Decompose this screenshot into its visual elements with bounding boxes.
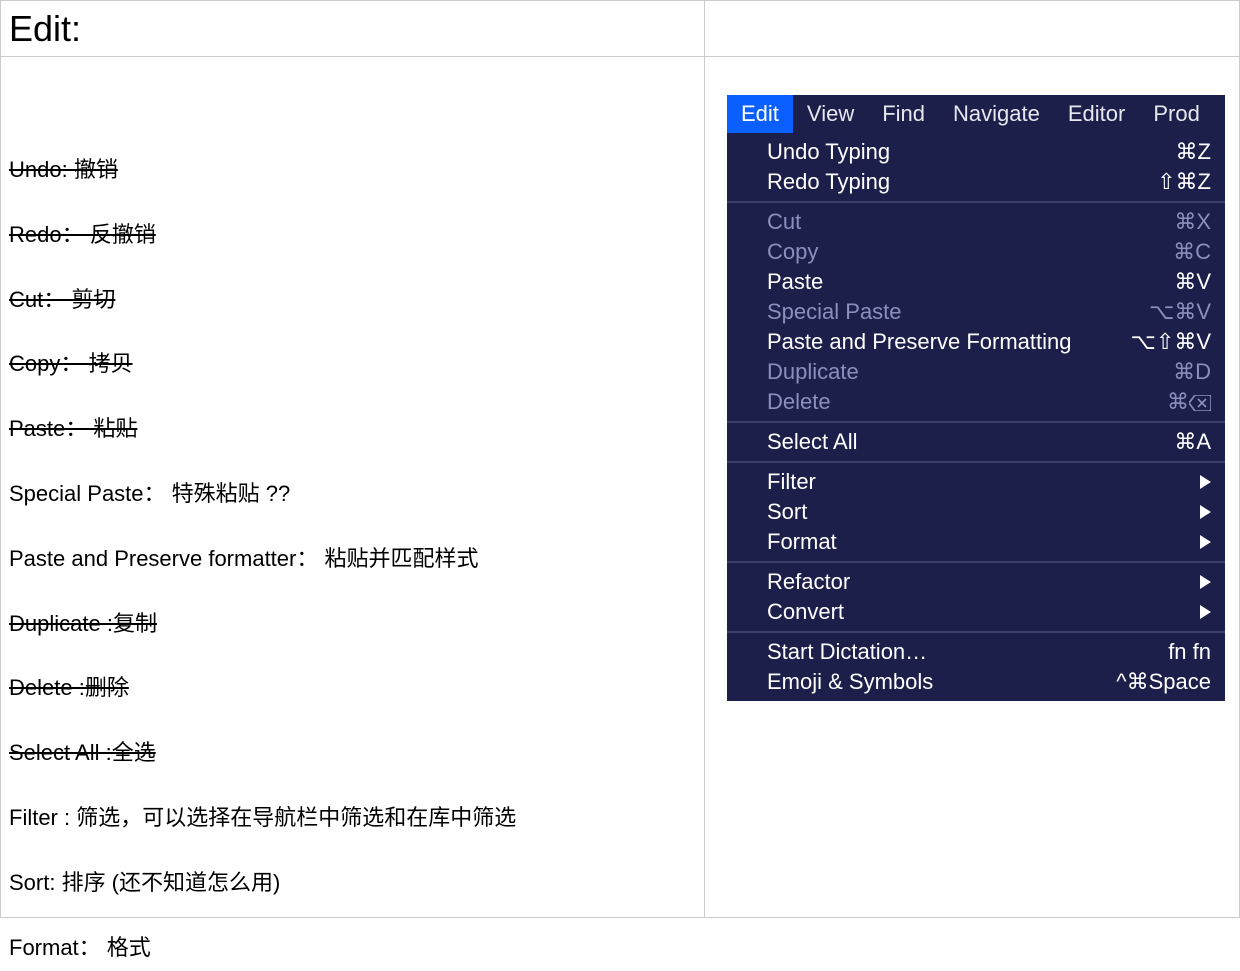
menubar-item-navigate[interactable]: Navigate <box>939 95 1054 133</box>
menu-group: Undo Typing⌘ZRedo Typing⇧⌘Z <box>727 133 1225 201</box>
menu-item-shortcut: ⇧⌘Z <box>1157 169 1211 195</box>
menubar: EditViewFindNavigateEditorProd <box>727 95 1225 133</box>
menu-item-label: Emoji & Symbols <box>767 669 1116 695</box>
menu-item-label: Paste and Preserve Formatting <box>767 329 1131 355</box>
menu-item-duplicate: Duplicate⌘D <box>727 357 1225 387</box>
edit-menu-panel: Undo Typing⌘ZRedo Typing⇧⌘ZCut⌘XCopy⌘CPa… <box>727 133 1225 701</box>
menubar-item-prod[interactable]: Prod <box>1139 95 1213 133</box>
note-line: Copy： 拷贝 <box>9 349 696 380</box>
menu-item-undo-typing[interactable]: Undo Typing⌘Z <box>727 137 1225 167</box>
menu-group: Start Dictation…fn fnEmoji & Symbols^⌘Sp… <box>727 631 1225 701</box>
menu-item-label: Duplicate <box>767 359 1173 385</box>
menubar-item-find[interactable]: Find <box>868 95 939 133</box>
right-body: EditViewFindNavigateEditorProd Undo Typi… <box>705 57 1239 701</box>
submenu-arrow-icon <box>1200 569 1211 595</box>
menubar-item-view[interactable]: View <box>793 95 868 133</box>
menu-item-label: Special Paste <box>767 299 1149 325</box>
menu-item-delete: Delete⌘ <box>727 387 1225 417</box>
menu-item-label: Redo Typing <box>767 169 1157 195</box>
menu-item-shortcut: ⌥⇧⌘V <box>1131 329 1211 355</box>
note-line: Redo： 反撤销 <box>9 220 696 251</box>
menu-item-label: Cut <box>767 209 1174 235</box>
submenu-arrow-icon <box>1200 469 1211 495</box>
menu-item-label: Undo Typing <box>767 139 1176 165</box>
note-line: Duplicate :复制 <box>9 609 696 640</box>
left-title: Edit: <box>1 8 81 50</box>
menu-item-convert[interactable]: Convert <box>727 597 1225 627</box>
menu-item-shortcut: ⌘D <box>1173 359 1211 385</box>
menu-group: Filter Sort Format <box>727 461 1225 561</box>
menu-item-label: Delete <box>767 389 1167 415</box>
split-container: Edit: Undo: 撤销 Redo： 反撤销 Cut： 剪切 Copy： 拷贝 Pa… <box>0 0 1240 918</box>
menu-item-paste-and-preserve-formatting[interactable]: Paste and Preserve Formatting⌥⇧⌘V <box>727 327 1225 357</box>
menu-group: Select All⌘A <box>727 421 1225 461</box>
menubar-item-editor[interactable]: Editor <box>1054 95 1139 133</box>
menu-item-shortcut: ⌘ <box>1167 389 1211 415</box>
menu-item-shortcut: ⌘X <box>1174 209 1211 235</box>
submenu-arrow-icon <box>1200 599 1211 625</box>
menu-item-shortcut: ⌘Z <box>1176 139 1211 165</box>
note-line: Paste and Preserve formatter： 粘贴并匹配样式 <box>9 544 696 575</box>
menu-item-shortcut: ⌘C <box>1173 239 1211 265</box>
menu-item-shortcut: fn fn <box>1168 639 1211 665</box>
note-line: Paste： 粘贴 <box>9 414 696 445</box>
left-pane: Edit: Undo: 撤销 Redo： 反撤销 Cut： 剪切 Copy： 拷贝 Pa… <box>0 0 704 918</box>
menu-item-label: Paste <box>767 269 1174 295</box>
menu-item-label: Select All <box>767 429 1174 455</box>
note-line: Undo: 撤销 <box>9 155 696 186</box>
menu-item-select-all[interactable]: Select All⌘A <box>727 427 1225 457</box>
note-line: Cut： 剪切 <box>9 285 696 316</box>
menu-item-shortcut: ^⌘Space <box>1116 669 1211 695</box>
menu-item-label: Filter <box>767 469 1200 495</box>
left-notes-list: Undo: 撤销 Redo： 反撤销 Cut： 剪切 Copy： 拷贝 Paste： 粘… <box>1 57 704 971</box>
note-line: Special Paste： 特殊粘贴 ?? <box>9 479 696 510</box>
menubar-item-edit[interactable]: Edit <box>727 95 793 133</box>
menu-item-label: Format <box>767 529 1200 555</box>
menu-item-shortcut: ⌘V <box>1174 269 1211 295</box>
submenu-arrow-icon <box>1200 499 1211 525</box>
note-line: Delete :删除 <box>9 673 696 704</box>
note-line: Filter : 筛选，可以选择在导航栏中筛选和在库中筛选 <box>9 803 696 834</box>
menu-item-label: Refactor <box>767 569 1200 595</box>
note-line: Format： 格式 <box>9 933 696 964</box>
menu-item-filter[interactable]: Filter <box>727 467 1225 497</box>
menu-item-label: Sort <box>767 499 1200 525</box>
menu-item-label: Convert <box>767 599 1200 625</box>
menu-item-shortcut: ⌘A <box>1174 429 1211 455</box>
menu-item-sort[interactable]: Sort <box>727 497 1225 527</box>
menu-item-emoji-symbols[interactable]: Emoji & Symbols^⌘Space <box>727 667 1225 697</box>
menu-item-label: Start Dictation… <box>767 639 1168 665</box>
menu-item-paste[interactable]: Paste⌘V <box>727 267 1225 297</box>
menu-item-refactor[interactable]: Refactor <box>727 567 1225 597</box>
right-pane: EditViewFindNavigateEditorProd Undo Typi… <box>704 0 1240 918</box>
note-line: Select All :全选 <box>9 738 696 769</box>
menu-item-shortcut: ⌥⌘V <box>1149 299 1211 325</box>
menu-item-copy: Copy⌘C <box>727 237 1225 267</box>
menu-item-redo-typing[interactable]: Redo Typing⇧⌘Z <box>727 167 1225 197</box>
menu-item-cut: Cut⌘X <box>727 207 1225 237</box>
menu-item-format[interactable]: Format <box>727 527 1225 557</box>
note-line: Sort: 排序 (还不知道怎么用) <box>9 868 696 899</box>
menu-item-special-paste: Special Paste⌥⌘V <box>727 297 1225 327</box>
right-header <box>705 1 1239 57</box>
edit-menu-window: EditViewFindNavigateEditorProd Undo Typi… <box>727 95 1225 701</box>
menu-group: Cut⌘XCopy⌘CPaste⌘VSpecial Paste⌥⌘VPaste … <box>727 201 1225 421</box>
menu-item-label: Copy <box>767 239 1173 265</box>
left-header: Edit: <box>1 1 704 57</box>
submenu-arrow-icon <box>1200 529 1211 555</box>
menu-group: Refactor Convert <box>727 561 1225 631</box>
menu-item-start-dictation[interactable]: Start Dictation…fn fn <box>727 637 1225 667</box>
